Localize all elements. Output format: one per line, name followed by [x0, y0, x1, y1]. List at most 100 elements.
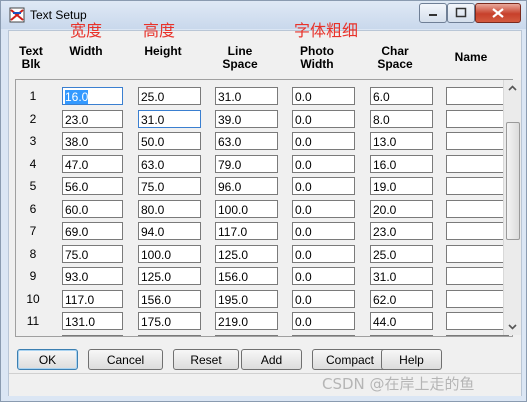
line-space-cell[interactable]: 39.0 — [215, 109, 278, 128]
char-space-value: 31.0 — [373, 270, 397, 284]
char-space-value: 13.0 — [373, 135, 397, 149]
help-button[interactable]: Help — [381, 349, 442, 370]
char-space-cell[interactable]: 6.0 — [370, 87, 433, 105]
table-row: 10 117.0 156.0 195.0 0.0 62.0 — [16, 288, 509, 311]
line-space-cell[interactable]: 100.0 — [215, 199, 278, 218]
line-space-cell[interactable]: 219.0 — [215, 312, 278, 330]
photo-width-cell[interactable]: 0.0 — [292, 154, 355, 173]
cancel-button[interactable]: Cancel — [88, 349, 163, 370]
width-cell[interactable]: 60.0 — [62, 199, 123, 218]
photo-width-cell[interactable]: 0.0 — [292, 334, 355, 336]
photo-width-cell[interactable]: 0.0 — [292, 177, 355, 195]
char-space-cell[interactable]: 25.0 — [370, 244, 433, 263]
line-space-cell[interactable]: 125.0 — [215, 244, 278, 263]
vertical-scrollbar[interactable] — [503, 80, 521, 335]
add-button[interactable]: Add — [241, 349, 302, 370]
photo-width-cell[interactable]: 0.0 — [292, 199, 355, 218]
scroll-down-button[interactable] — [504, 318, 521, 335]
height-cell[interactable]: 63.0 — [138, 154, 201, 173]
ok-button[interactable]: OK — [17, 349, 78, 370]
width-cell[interactable]: 47.0 — [62, 154, 123, 173]
height-cell[interactable]: 31.0 — [138, 109, 201, 128]
name-cell[interactable] — [446, 154, 509, 173]
table-row: 5 56.0 75.0 96.0 0.0 19.0 — [16, 175, 509, 198]
height-cell[interactable]: 125.0 — [138, 267, 201, 285]
photo-width-cell[interactable]: 0.0 — [292, 109, 355, 128]
photo-width-cell[interactable]: 0.0 — [292, 244, 355, 263]
height-cell[interactable]: 50.0 — [138, 132, 201, 150]
width-cell[interactable]: 56.0 — [62, 177, 123, 195]
char-space-cell[interactable]: 13.0 — [370, 132, 433, 150]
width-cell[interactable]: 16.0 — [62, 87, 123, 105]
compact-button[interactable]: Compact — [312, 349, 388, 370]
photo-width-value: 0.0 — [295, 292, 312, 307]
width-cell[interactable]: 93.0 — [62, 267, 123, 285]
scroll-thumb[interactable] — [506, 122, 520, 240]
char-space-cell[interactable]: 20.0 — [370, 199, 433, 218]
name-cell[interactable] — [446, 289, 509, 308]
name-cell[interactable] — [446, 109, 509, 128]
row-number: 4 — [29, 156, 37, 171]
reset-button[interactable]: Reset — [173, 349, 239, 370]
char-space-cell[interactable]: 19.0 — [370, 177, 433, 195]
line-space-cell[interactable]: 235.0 — [215, 334, 278, 336]
height-cell[interactable]: 100.0 — [138, 244, 201, 263]
line-space-cell[interactable]: 96.0 — [215, 177, 278, 195]
width-cell[interactable]: 131.0 — [62, 312, 123, 330]
name-cell[interactable] — [446, 222, 509, 240]
line-space-cell[interactable]: 117.0 — [215, 222, 278, 240]
char-space-cell[interactable]: 62.0 — [370, 289, 433, 308]
header-text-blk: Text Blk — [13, 45, 49, 71]
line-space-cell[interactable]: 63.0 — [215, 132, 278, 150]
maximize-button[interactable] — [447, 3, 475, 23]
photo-width-value: 0.0 — [295, 270, 312, 284]
photo-width-cell[interactable]: 0.0 — [292, 222, 355, 240]
height-cell[interactable]: 188.0 — [138, 334, 201, 336]
width-cell[interactable]: 69.0 — [62, 222, 123, 240]
height-cell[interactable]: 175.0 — [138, 312, 201, 330]
photo-width-value: 0.0 — [295, 135, 312, 149]
height-cell[interactable]: 80.0 — [138, 199, 201, 218]
photo-width-value: 0.0 — [295, 90, 312, 104]
char-space-cell[interactable]: 47.0 — [370, 334, 433, 336]
close-button[interactable] — [475, 3, 521, 23]
name-cell[interactable] — [446, 267, 509, 285]
width-cell[interactable]: 141.0 — [62, 334, 123, 336]
height-cell[interactable]: 25.0 — [138, 87, 201, 105]
line-space-cell[interactable]: 195.0 — [215, 289, 278, 308]
minimize-button[interactable] — [419, 3, 447, 23]
photo-width-cell[interactable]: 0.0 — [292, 87, 355, 105]
name-cell[interactable] — [446, 244, 509, 263]
photo-width-cell[interactable]: 0.0 — [292, 267, 355, 285]
name-cell[interactable] — [446, 87, 509, 105]
table-row: 6 60.0 80.0 100.0 0.0 20.0 — [16, 198, 509, 221]
line-space-cell[interactable]: 31.0 — [215, 87, 278, 105]
line-space-cell[interactable]: 156.0 — [215, 267, 278, 285]
photo-width-cell[interactable]: 0.0 — [292, 132, 355, 150]
height-cell[interactable]: 156.0 — [138, 289, 201, 308]
name-cell[interactable] — [446, 132, 509, 150]
width-cell[interactable]: 75.0 — [62, 244, 123, 263]
height-cell[interactable]: 94.0 — [138, 222, 201, 240]
width-cell[interactable]: 38.0 — [62, 132, 123, 150]
photo-width-cell[interactable]: 0.0 — [292, 289, 355, 308]
name-cell[interactable] — [446, 334, 509, 336]
char-space-cell[interactable]: 8.0 — [370, 109, 433, 128]
name-cell[interactable] — [446, 312, 509, 330]
char-space-cell[interactable]: 16.0 — [370, 154, 433, 173]
scroll-up-button[interactable] — [504, 80, 521, 97]
char-space-value: 23.0 — [373, 225, 397, 239]
height-cell[interactable]: 75.0 — [138, 177, 201, 195]
width-cell[interactable]: 117.0 — [62, 289, 123, 308]
char-space-cell[interactable]: 44.0 — [370, 312, 433, 330]
photo-width-cell[interactable]: 0.0 — [292, 312, 355, 330]
csdn-watermark: CSDN @在岸上走的鱼 — [322, 375, 475, 393]
line-space-cell[interactable]: 79.0 — [215, 154, 278, 173]
name-cell[interactable] — [446, 199, 509, 218]
char-space-cell[interactable]: 31.0 — [370, 267, 433, 285]
char-space-cell[interactable]: 23.0 — [370, 222, 433, 240]
height-annotation: 高度 — [143, 21, 176, 40]
char-space-value: 19.0 — [373, 180, 397, 194]
width-cell[interactable]: 23.0 — [62, 109, 123, 128]
name-cell[interactable] — [446, 177, 509, 195]
